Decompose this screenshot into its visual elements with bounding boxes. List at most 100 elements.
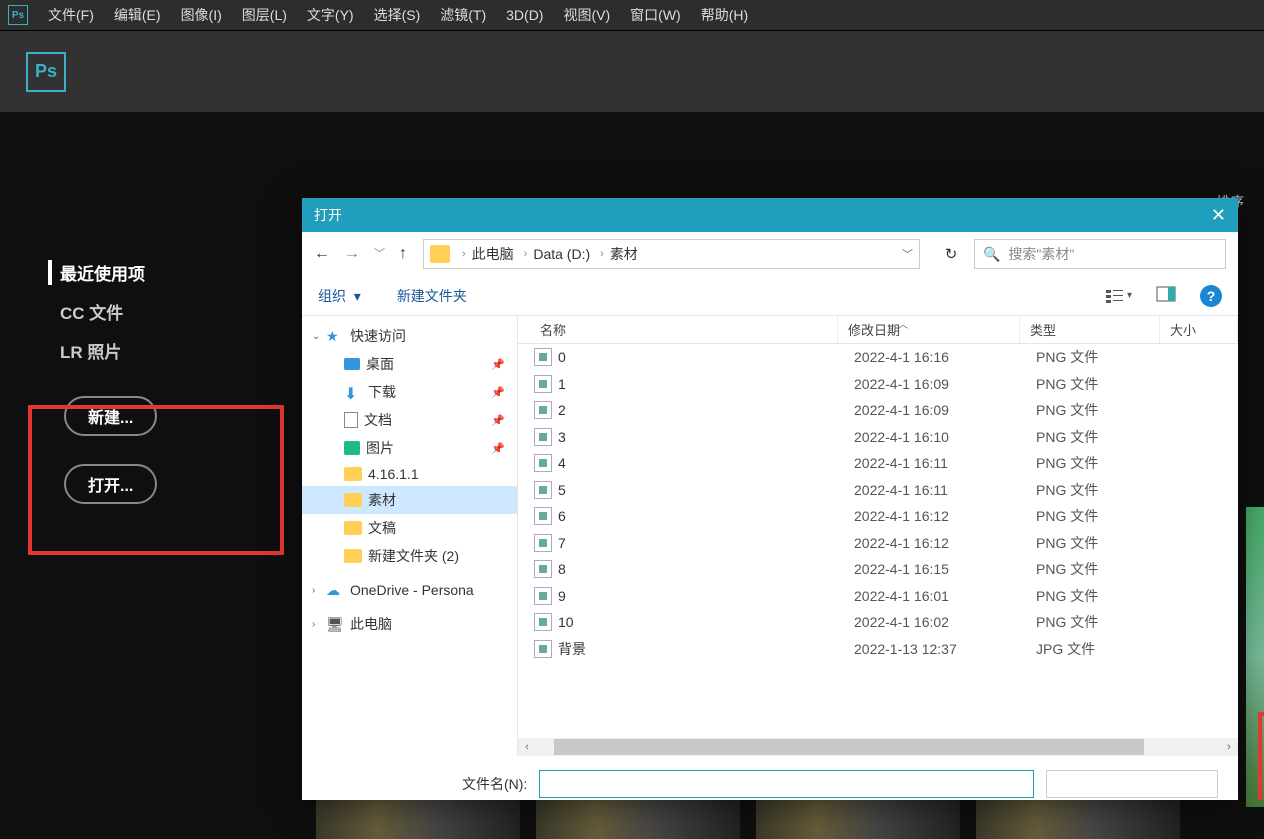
options-bar: Ps [0, 30, 1264, 112]
crumb-drive[interactable]: Data (D:) [533, 246, 590, 262]
up-button[interactable]: ↑ [399, 245, 407, 263]
tree-folder[interactable]: 4.16.1.1 [302, 462, 517, 486]
search-input[interactable]: 🔍 搜索"素材" [974, 239, 1226, 269]
file-row[interactable]: 42022-4-1 16:11PNG 文件 [518, 450, 1238, 477]
annotation-marker [1258, 712, 1264, 800]
image-file-icon [534, 428, 552, 446]
forward-button[interactable]: → [344, 245, 360, 263]
menu-image[interactable]: 图像(I) [181, 5, 222, 25]
menu-bar: Ps 文件(F) 编辑(E) 图像(I) 图层(L) 文字(Y) 选择(S) 滤… [0, 0, 1264, 30]
pin-icon: 📌 [491, 414, 505, 427]
menu-select[interactable]: 选择(S) [374, 5, 421, 25]
tree-folder-selected[interactable]: 素材 [302, 486, 517, 514]
tree-desktop[interactable]: 桌面📌 [302, 350, 517, 378]
file-date: 2022-4-1 16:09 [854, 402, 1036, 418]
nav-cc-files[interactable]: CC 文件 [60, 299, 145, 324]
file-row[interactable]: 22022-4-1 16:09PNG 文件 [518, 397, 1238, 424]
breadcrumb-bar[interactable]: › 此电脑 › Data (D:) › 素材 ﹀ [423, 239, 920, 269]
chevron-right-icon[interactable]: › [524, 248, 528, 260]
tree-downloads[interactable]: ⬇下载📌 [302, 378, 517, 406]
start-nav: 最近使用项 CC 文件 LR 照片 [60, 260, 145, 377]
file-list: 02022-4-1 16:16PNG 文件12022-4-1 16:09PNG … [518, 344, 1238, 738]
pin-icon: 📌 [491, 442, 505, 455]
tree-thispc[interactable]: ›🖥此电脑 [302, 610, 517, 638]
file-type: PNG 文件 [1036, 427, 1176, 447]
filename-input[interactable] [539, 770, 1034, 798]
file-row[interactable]: 背景2022-1-13 12:37JPG 文件 [518, 636, 1238, 663]
pc-icon: 🖥 [326, 616, 344, 632]
tree-folder[interactable]: 新建文件夹 (2) [302, 542, 517, 570]
file-row[interactable]: 102022-4-1 16:02PNG 文件 [518, 609, 1238, 636]
scroll-left-icon[interactable]: ‹ [518, 741, 536, 753]
file-date: 2022-4-1 16:10 [854, 429, 1036, 445]
file-date: 2022-4-1 16:15 [854, 561, 1036, 577]
file-row[interactable]: 52022-4-1 16:11PNG 文件 [518, 477, 1238, 504]
file-row[interactable]: 32022-4-1 16:10PNG 文件 [518, 424, 1238, 451]
menu-layer[interactable]: 图层(L) [242, 5, 287, 25]
menu-edit[interactable]: 编辑(E) [114, 5, 161, 25]
tree-folder[interactable]: 文稿 [302, 514, 517, 542]
file-name: 0 [558, 349, 854, 365]
view-mode-button[interactable]: ▾ [1105, 288, 1132, 304]
col-size[interactable]: 大小 [1160, 316, 1238, 343]
menu-view[interactable]: 视图(V) [563, 5, 610, 25]
filetype-dropdown[interactable] [1046, 770, 1218, 798]
preview-pane-button[interactable] [1156, 286, 1176, 305]
chevron-right-icon[interactable]: › [462, 248, 466, 260]
file-name: 1 [558, 376, 854, 392]
file-name: 3 [558, 429, 854, 445]
file-row[interactable]: 82022-4-1 16:15PNG 文件 [518, 556, 1238, 583]
file-list-panel: 名称 修改日期 类型 大小 ︿ 02022-4-1 16:16PNG 文件120… [518, 316, 1238, 756]
back-button[interactable]: ← [314, 245, 330, 263]
pictures-icon [344, 441, 360, 455]
file-type: JPG 文件 [1036, 639, 1176, 659]
tree-quick-access[interactable]: ⌄★快速访问 [302, 322, 517, 350]
folder-icon [344, 521, 362, 535]
folder-tree: ⌄★快速访问 桌面📌 ⬇下载📌 文档📌 图片📌 4.16.1.1 素材 文稿 新… [302, 316, 518, 756]
file-row[interactable]: 12022-4-1 16:09PNG 文件 [518, 371, 1238, 398]
file-row[interactable]: 02022-4-1 16:16PNG 文件 [518, 344, 1238, 371]
scroll-right-icon[interactable]: › [1220, 741, 1238, 753]
chevron-down-icon[interactable]: ﹀ [902, 246, 913, 262]
image-file-icon [534, 454, 552, 472]
tree-onedrive[interactable]: ›☁OneDrive - Persona [302, 578, 517, 602]
file-type: PNG 文件 [1036, 586, 1176, 606]
col-name[interactable]: 名称 [518, 316, 838, 343]
organize-button[interactable]: 组织 ▾ [318, 286, 361, 306]
nav-recent[interactable]: 最近使用项 [48, 260, 145, 285]
refresh-button[interactable]: ↻ [936, 239, 966, 269]
tree-pictures[interactable]: 图片📌 [302, 434, 517, 462]
file-date: 2022-4-1 16:12 [854, 508, 1036, 524]
menu-help[interactable]: 帮助(H) [701, 5, 748, 25]
crumb-folder[interactable]: 素材 [610, 244, 638, 264]
menu-filter[interactable]: 滤镜(T) [440, 5, 486, 25]
file-type: PNG 文件 [1036, 347, 1176, 367]
new-folder-button[interactable]: 新建文件夹 [397, 286, 467, 306]
file-row[interactable]: 72022-4-1 16:12PNG 文件 [518, 530, 1238, 557]
file-type: PNG 文件 [1036, 506, 1176, 526]
scrollbar-thumb[interactable] [554, 739, 1144, 755]
horizontal-scrollbar[interactable]: ‹ › [518, 738, 1238, 756]
pin-icon: 📌 [491, 358, 505, 371]
onedrive-icon: ☁ [326, 582, 344, 598]
tree-documents[interactable]: 文档📌 [302, 406, 517, 434]
menu-3d[interactable]: 3D(D) [506, 7, 543, 23]
menu-window[interactable]: 窗口(W) [630, 5, 681, 25]
col-type[interactable]: 类型 [1020, 316, 1160, 343]
close-button[interactable]: ✕ [1211, 205, 1226, 226]
file-row[interactable]: 92022-4-1 16:01PNG 文件 [518, 583, 1238, 610]
file-columns-header: 名称 修改日期 类型 大小 ︿ [518, 316, 1238, 344]
menu-file[interactable]: 文件(F) [48, 5, 94, 25]
chevron-right-icon[interactable]: › [600, 248, 604, 260]
crumb-thispc[interactable]: 此电脑 [472, 244, 514, 264]
file-row[interactable]: 62022-4-1 16:12PNG 文件 [518, 503, 1238, 530]
document-icon [344, 412, 358, 428]
nav-lr-photos[interactable]: LR 照片 [60, 338, 145, 363]
photoshop-logo: Ps [26, 52, 66, 92]
file-name: 8 [558, 561, 854, 577]
dialog-footer: 文件名(N): [302, 756, 1238, 812]
recent-locations-button[interactable]: ﹀ [374, 245, 385, 263]
help-icon[interactable]: ? [1200, 285, 1222, 307]
col-date[interactable]: 修改日期 [838, 316, 1020, 343]
menu-type[interactable]: 文字(Y) [307, 5, 354, 25]
